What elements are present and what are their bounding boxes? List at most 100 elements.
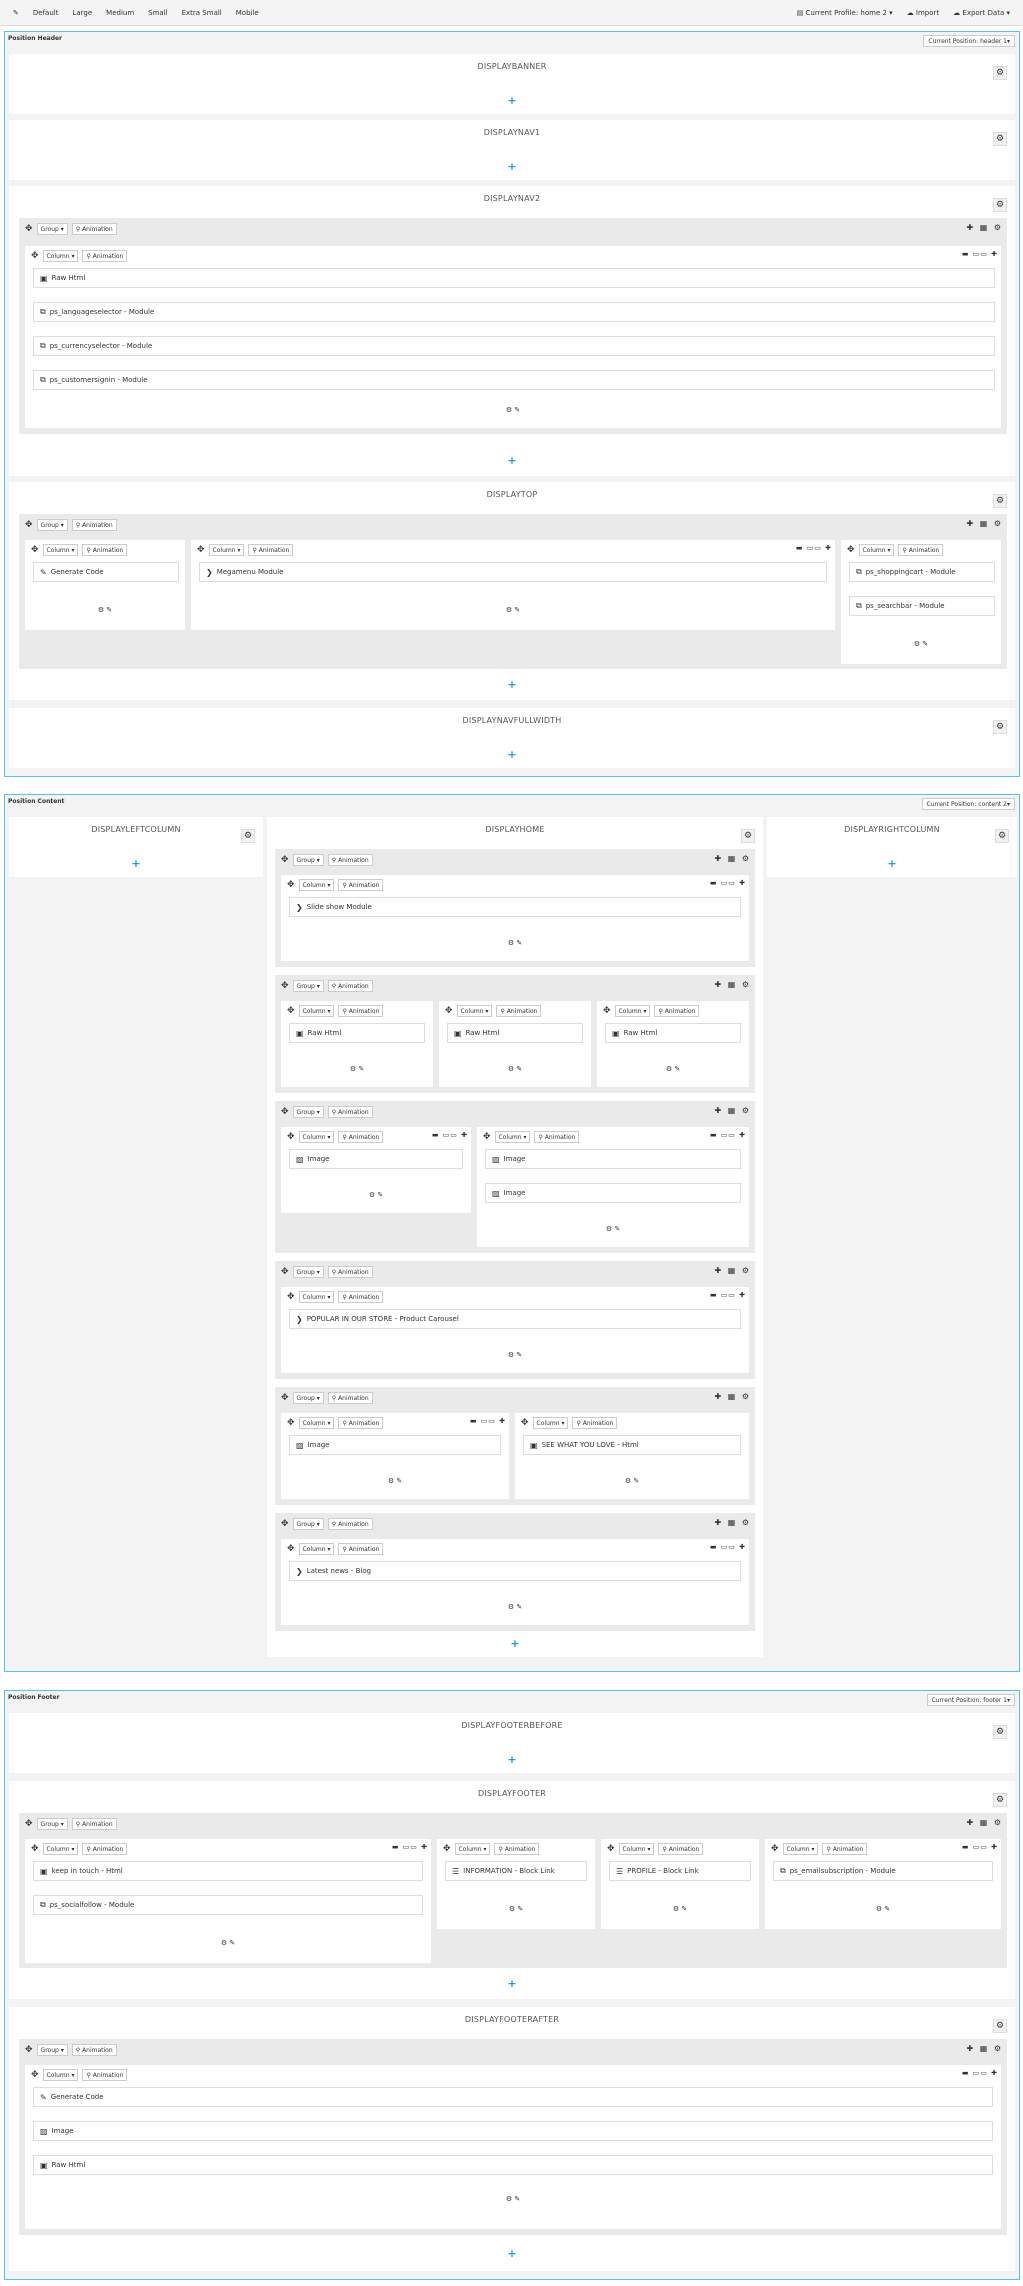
column-actions[interactable]: ▬ ▭▭ ✚ — [962, 1843, 998, 1851]
animation-button[interactable]: ⚲ Animation — [496, 1005, 542, 1017]
animation-button[interactable]: ⚲ Animation — [248, 544, 294, 556]
column-footer-actions[interactable]: ⚙ ✎ — [597, 1065, 749, 1073]
animation-button[interactable]: ⚲ Animation — [82, 250, 128, 262]
group-dropdown[interactable]: Group ▾ — [36, 223, 68, 235]
animation-button[interactable]: ⚲ Animation — [338, 1417, 384, 1429]
gear-icon[interactable]: ⚙ — [741, 829, 755, 843]
column-actions[interactable]: ▬ ▭▭ ✚ — [710, 879, 746, 887]
module-item[interactable]: ▨ Image — [289, 1149, 463, 1169]
column-actions[interactable]: ▬ ▭▭ ✚ — [470, 1417, 506, 1425]
move-icon[interactable]: ✥ — [483, 1132, 491, 1142]
group-dropdown[interactable]: Group ▾ — [292, 1392, 324, 1404]
move-icon[interactable]: ✥ — [445, 1006, 453, 1016]
device-mobile[interactable]: Mobile — [229, 9, 266, 17]
add-group-button[interactable]: + — [507, 678, 516, 691]
move-icon[interactable]: ✥ — [25, 2045, 33, 2055]
animation-button[interactable]: ⚲ Animation — [658, 1843, 704, 1855]
move-icon[interactable]: ✥ — [287, 1132, 295, 1142]
column-footer-actions[interactable]: ⚙ ✎ — [281, 1477, 509, 1485]
column-dropdown[interactable]: Column ▾ — [42, 2069, 79, 2081]
animation-button[interactable]: ⚲ Animation — [82, 544, 128, 556]
animation-button[interactable]: ⚲ Animation — [338, 1291, 384, 1303]
animation-button[interactable]: ⚲ Animation — [898, 544, 944, 556]
column-dropdown[interactable]: Column ▾ — [42, 250, 79, 262]
column-dropdown[interactable]: Column ▾ — [782, 1843, 819, 1855]
add-group-button[interactable]: + — [507, 454, 516, 467]
gear-icon[interactable]: ⚙ — [993, 1725, 1007, 1739]
add-group-button[interactable]: + — [507, 748, 516, 761]
module-item[interactable]: ⧉ ps_emailsubscription - Module — [773, 1861, 993, 1881]
gear-icon[interactable]: ⚙ — [993, 1793, 1007, 1807]
column-footer-actions[interactable]: ⚙ ✎ — [765, 1905, 1001, 1913]
add-group-button[interactable]: + — [507, 2247, 516, 2260]
group-dropdown[interactable]: Group ▾ — [292, 854, 324, 866]
gear-icon[interactable]: ⚙ — [993, 2019, 1007, 2033]
column-dropdown[interactable]: Column ▾ — [298, 1005, 335, 1017]
column-dropdown[interactable]: Column ▾ — [614, 1005, 651, 1017]
animation-button[interactable]: ⚲ Animation — [71, 519, 117, 531]
column-dropdown[interactable]: Column ▾ — [456, 1005, 493, 1017]
column-dropdown[interactable]: Column ▾ — [298, 879, 335, 891]
column-actions[interactable]: ▬ ▭▭ ✚ — [710, 1131, 746, 1139]
animation-button[interactable]: ⚲ Animation — [327, 1106, 373, 1118]
module-item[interactable]: ▨ Image — [33, 2121, 993, 2141]
move-icon[interactable]: ✥ — [521, 1418, 529, 1428]
column-actions[interactable]: ▬ ▭▭ ✚ — [962, 250, 998, 258]
move-icon[interactable]: ✥ — [25, 1819, 33, 1829]
move-icon[interactable]: ✥ — [771, 1844, 779, 1854]
move-icon[interactable]: ✥ — [847, 545, 855, 555]
module-item[interactable]: ⧉ ps_currencyselector - Module — [33, 336, 995, 356]
move-icon[interactable]: ✥ — [25, 224, 33, 234]
move-icon[interactable]: ✥ — [197, 545, 205, 555]
animation-button[interactable]: ⚲ Animation — [572, 1417, 618, 1429]
column-footer-actions[interactable]: ⚙ ✎ — [601, 1905, 759, 1913]
column-footer-actions[interactable]: ⚙ ✎ — [25, 1939, 431, 1947]
animation-button[interactable]: ⚲ Animation — [71, 2044, 117, 2056]
column-dropdown[interactable]: Column ▾ — [42, 1843, 79, 1855]
move-icon[interactable]: ✥ — [281, 1393, 289, 1403]
import-button[interactable]: ☁ Import — [900, 9, 946, 17]
move-icon[interactable]: ✥ — [287, 1292, 295, 1302]
add-group-button[interactable]: + — [507, 1977, 516, 1990]
column-footer-actions[interactable]: ⚙ ✎ — [191, 606, 835, 614]
group-actions[interactable]: ✚ ▦ ⚙ — [714, 1106, 751, 1115]
gear-icon[interactable]: ⚙ — [993, 494, 1007, 508]
module-item[interactable]: ✎ Generate Code — [33, 2087, 993, 2107]
column-dropdown[interactable]: Column ▾ — [454, 1843, 491, 1855]
move-icon[interactable]: ✥ — [31, 545, 39, 555]
module-item[interactable]: ⧉ ps_socialfollow - Module — [33, 1895, 423, 1915]
animation-button[interactable]: ⚲ Animation — [327, 1266, 373, 1278]
column-footer-actions[interactable]: ⚙ ✎ — [281, 1351, 749, 1359]
move-icon[interactable]: ✥ — [603, 1006, 611, 1016]
column-footer-actions[interactable]: ⚙ ✎ — [281, 1603, 749, 1611]
group-dropdown[interactable]: Group ▾ — [292, 1106, 324, 1118]
group-actions[interactable]: ✚ ▦ ⚙ — [714, 1266, 751, 1275]
move-icon[interactable]: ✥ — [281, 1107, 289, 1117]
add-group-button[interactable]: + — [510, 1637, 519, 1650]
module-item[interactable]: ▣ keep in touch - Html — [33, 1861, 423, 1881]
animation-button[interactable]: ⚲ Animation — [327, 1392, 373, 1404]
move-icon[interactable]: ✥ — [287, 1006, 295, 1016]
module-item[interactable]: ▣ Raw Html — [33, 268, 995, 288]
animation-button[interactable]: ⚲ Animation — [82, 1843, 128, 1855]
device-large[interactable]: Large — [65, 9, 99, 17]
module-item[interactable]: ▨ Image — [485, 1149, 741, 1169]
animation-button[interactable]: ⚲ Animation — [822, 1843, 868, 1855]
group-dropdown[interactable]: Group ▾ — [292, 980, 324, 992]
add-group-button[interactable]: + — [887, 857, 896, 870]
column-footer-actions[interactable]: ⚙ ✎ — [437, 1905, 595, 1913]
module-item[interactable]: ❯ Slide show Module — [289, 897, 741, 917]
column-dropdown[interactable]: Column ▾ — [298, 1131, 335, 1143]
group-dropdown[interactable]: Group ▾ — [36, 519, 68, 531]
column-actions[interactable]: ▬ ▭▭ ✚ — [432, 1131, 468, 1139]
animation-button[interactable]: ⚲ Animation — [494, 1843, 540, 1855]
column-footer-actions[interactable]: ⚙ ✎ — [477, 1225, 749, 1233]
group-actions[interactable]: ✚ ▦ ⚙ — [714, 980, 751, 989]
group-dropdown[interactable]: Group ▾ — [292, 1266, 324, 1278]
gear-icon[interactable]: ⚙ — [993, 198, 1007, 212]
column-footer-actions[interactable]: ⚙ ✎ — [281, 1191, 471, 1199]
move-icon[interactable]: ✥ — [443, 1844, 451, 1854]
animation-button[interactable]: ⚲ Animation — [338, 879, 384, 891]
group-actions[interactable]: ✚ ▦ ⚙ — [714, 854, 751, 863]
group-actions[interactable]: ✚ ▦ ⚙ — [714, 1392, 751, 1401]
